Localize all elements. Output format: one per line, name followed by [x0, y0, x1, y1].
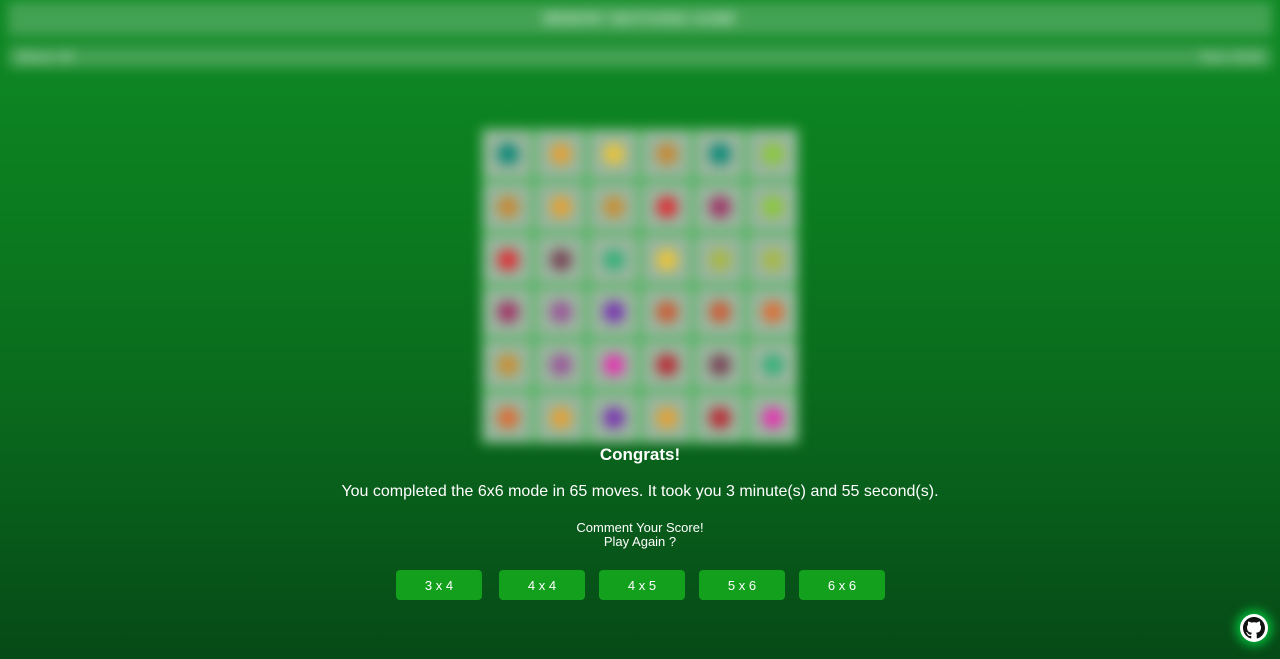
- mode-button-4x5[interactable]: 4 x 5: [599, 570, 685, 600]
- card-picture-icon: [602, 301, 625, 324]
- card-picture-icon: [602, 248, 625, 271]
- game-info-bar: Moves: 65 Time: 03:55: [8, 46, 1272, 68]
- comment-score-text: Comment Your Score!: [576, 520, 704, 535]
- card-picture-icon: [602, 353, 625, 376]
- memory-card: [483, 393, 532, 442]
- result-summary: You completed the 6x6 mode in 65 moves. …: [341, 483, 939, 500]
- memory-card: [483, 130, 532, 179]
- card-picture-icon: [708, 195, 731, 218]
- card-picture-icon: [496, 248, 519, 271]
- memory-card: [536, 182, 585, 232]
- mode-button-5x6[interactable]: 5 x 6: [699, 570, 785, 600]
- card-picture-icon: [761, 353, 784, 376]
- memory-card: [483, 182, 532, 232]
- memory-card: [589, 235, 638, 284]
- card-picture-icon: [602, 406, 625, 429]
- memory-card: [589, 288, 638, 337]
- memory-card: [536, 130, 585, 179]
- card-picture-icon: [655, 353, 678, 376]
- memory-card: [483, 288, 532, 337]
- card-picture-icon: [761, 195, 784, 218]
- memory-card: [483, 235, 532, 284]
- card-picture-icon: [761, 301, 784, 324]
- memory-card: [536, 235, 585, 284]
- card-picture-icon: [549, 406, 572, 429]
- card-picture-icon: [496, 143, 519, 166]
- card-picture-icon: [496, 406, 519, 429]
- game-board: [481, 128, 799, 444]
- card-picture-icon: [708, 143, 731, 166]
- memory-card: [748, 340, 797, 390]
- memory-card: [483, 340, 532, 390]
- memory-card: [748, 235, 797, 284]
- memory-card: [695, 288, 744, 337]
- memory-card: [589, 130, 638, 179]
- card-picture-icon: [761, 248, 784, 271]
- card-picture-icon: [549, 353, 572, 376]
- card-picture-icon: [761, 143, 784, 166]
- github-icon: [1243, 617, 1265, 639]
- memory-card: [642, 393, 691, 442]
- mode-button-3x4[interactable]: 3 x 4: [396, 570, 482, 600]
- memory-card: [748, 288, 797, 337]
- timer-display: Time: 03:55: [1199, 50, 1262, 64]
- card-picture-icon: [655, 406, 678, 429]
- memory-card: [695, 340, 744, 390]
- play-again-text: Play Again ?: [603, 534, 677, 549]
- card-picture-icon: [549, 143, 572, 166]
- memory-card: [748, 393, 797, 442]
- card-picture-icon: [549, 248, 572, 271]
- card-picture-icon: [708, 406, 731, 429]
- card-picture-icon: [496, 301, 519, 324]
- card-picture-icon: [602, 195, 625, 218]
- memory-card: [642, 340, 691, 390]
- card-picture-icon: [496, 353, 519, 376]
- memory-card: [589, 393, 638, 442]
- card-picture-icon: [708, 353, 731, 376]
- memory-card: [536, 393, 585, 442]
- card-picture-icon: [549, 301, 572, 324]
- card-picture-icon: [496, 195, 519, 218]
- memory-card: [589, 340, 638, 390]
- congrats-heading: Congrats!: [599, 445, 681, 464]
- card-picture-icon: [549, 195, 572, 218]
- blurred-game-background: MEMORY MATCHING GAME Moves: 65 Time: 03:…: [0, 0, 1280, 659]
- card-picture-icon: [655, 195, 678, 218]
- memory-card: [642, 182, 691, 232]
- memory-card: [642, 235, 691, 284]
- moves-counter: Moves: 65: [18, 50, 74, 64]
- card-picture-icon: [655, 143, 678, 166]
- memory-card: [695, 182, 744, 232]
- comment-block: Comment Your Score! Play Again ?: [0, 521, 1280, 549]
- memory-card: [536, 288, 585, 337]
- card-picture-icon: [655, 248, 678, 271]
- memory-card: [589, 182, 638, 232]
- card-picture-icon: [708, 248, 731, 271]
- mode-button-6x6[interactable]: 6 x 6: [799, 570, 885, 600]
- memory-card: [748, 130, 797, 179]
- memory-card: [748, 182, 797, 232]
- memory-card: [642, 130, 691, 179]
- card-picture-icon: [761, 406, 784, 429]
- memory-card: [695, 235, 744, 284]
- memory-card: [642, 288, 691, 337]
- game-title-bar: MEMORY MATCHING GAME: [8, 2, 1272, 36]
- card-picture-icon: [655, 301, 678, 324]
- game-title: MEMORY MATCHING GAME: [543, 11, 737, 26]
- memory-card: [695, 393, 744, 442]
- github-link[interactable]: [1240, 614, 1268, 642]
- memory-card: [695, 130, 744, 179]
- card-picture-icon: [602, 143, 625, 166]
- memory-card: [536, 340, 585, 390]
- card-picture-icon: [708, 301, 731, 324]
- mode-button-4x4[interactable]: 4 x 4: [499, 570, 585, 600]
- mode-selector: 3 x 4 4 x 4 4 x 5 5 x 6 6 x 6: [0, 570, 1280, 600]
